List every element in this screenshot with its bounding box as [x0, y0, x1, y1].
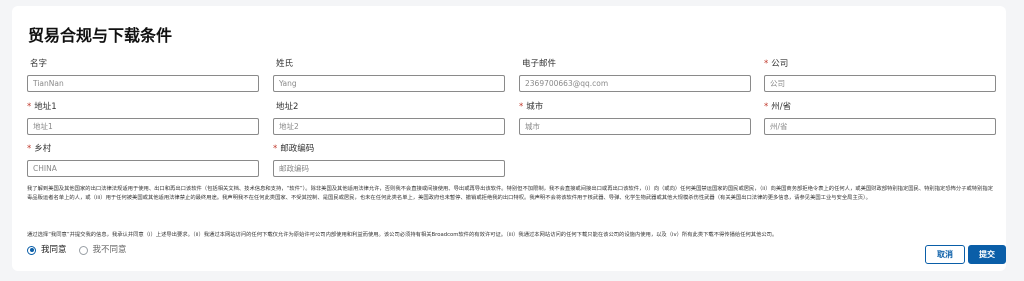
- required-marker: *: [27, 102, 32, 112]
- country-label: * 乡村: [27, 144, 52, 154]
- required-marker: *: [519, 102, 524, 112]
- state-input[interactable]: [764, 118, 996, 135]
- first-name-field-group: 名字: [27, 58, 259, 92]
- state-field-group: * 州/省: [764, 101, 996, 135]
- page-title: 贸易合规与下载条件: [28, 26, 173, 45]
- address1-field-group: * 地址1: [27, 101, 259, 135]
- first-name-label: 名字: [30, 59, 48, 69]
- address1-input[interactable]: [27, 118, 259, 135]
- postal-code-label: * 邮政编码: [273, 144, 315, 154]
- city-input[interactable]: [519, 118, 751, 135]
- agree-radio[interactable]: 我同意: [27, 244, 67, 256]
- required-marker: *: [764, 102, 769, 112]
- company-label: * 公司: [764, 59, 789, 69]
- required-marker: *: [764, 59, 769, 69]
- address2-label: 地址2: [276, 102, 299, 112]
- consent-text: 通过选择“我同意”并提交我的信息，我承认并同意（i）上述导出要求。（ii）我通过…: [27, 232, 778, 238]
- radio-selected-indicator[interactable]: [27, 245, 36, 255]
- agreement-radio-group: 我同意 我不同意: [27, 244, 139, 256]
- postal-code-field-group: * 邮政编码: [273, 143, 505, 177]
- city-label: * 城市: [519, 102, 544, 112]
- cancel-button[interactable]: 取消: [925, 245, 965, 264]
- email-label: 电子邮件: [522, 59, 557, 69]
- required-marker: *: [27, 144, 32, 154]
- required-marker: *: [273, 144, 278, 154]
- disagree-radio[interactable]: 我不同意: [78, 244, 127, 256]
- last-name-field-group: 姓氏: [273, 58, 505, 92]
- postal-code-input[interactable]: [273, 160, 505, 177]
- email-field-group: 电子邮件: [519, 58, 751, 92]
- last-name-input[interactable]: [273, 75, 505, 92]
- address2-input[interactable]: [273, 118, 505, 135]
- last-name-label: 姓氏: [276, 59, 294, 69]
- radio-unselected-indicator[interactable]: [78, 245, 88, 255]
- country-field-group: * 乡村: [27, 143, 259, 177]
- state-label: * 州/省: [764, 102, 792, 112]
- disagree-label: 我不同意: [92, 245, 127, 255]
- trade-compliance-form-card: 贸易合规与下载条件 名字 姓氏 电子邮件 *公司 *地址1 地址2 *城市 *州…: [12, 6, 1006, 271]
- address2-field-group: 地址2: [273, 101, 505, 135]
- city-field-group: * 城市: [519, 101, 751, 135]
- address1-label: * 地址1: [27, 102, 57, 112]
- export-legal-text: 我了解到美国及其他国家的出口法律法规适用于使用、出口和再出口该软件（包括相关文档…: [27, 186, 993, 202]
- submit-button[interactable]: 提交: [968, 245, 1006, 264]
- first-name-input[interactable]: [27, 75, 259, 92]
- email-input[interactable]: [519, 75, 751, 92]
- company-field-group: * 公司: [764, 58, 996, 92]
- country-input[interactable]: [27, 160, 259, 177]
- company-input[interactable]: [764, 75, 996, 92]
- agree-label: 我同意: [41, 245, 67, 255]
